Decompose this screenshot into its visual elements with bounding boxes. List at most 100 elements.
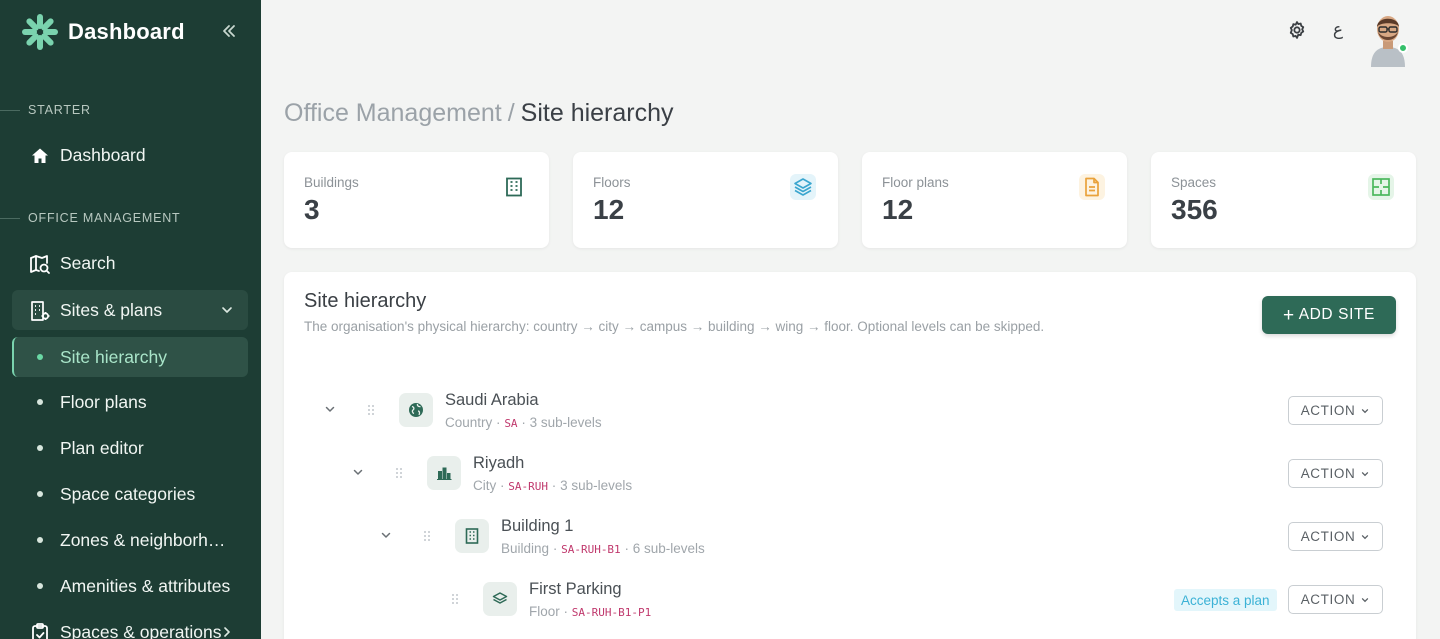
- language-button[interactable]: ع: [1326, 18, 1350, 42]
- sidebar-item-spaces-operations[interactable]: Spaces & operations: [12, 612, 248, 639]
- map-search-icon: [29, 253, 51, 275]
- sidebar-item-sites-plans[interactable]: Sites & plans: [12, 290, 248, 330]
- brand[interactable]: Dashboard: [20, 12, 185, 52]
- node-type: Building: [501, 541, 550, 556]
- stat-value: 3: [304, 194, 320, 225]
- action-label: ACTION: [1300, 592, 1356, 607]
- sidebar-item-label: Spaces & operations: [60, 622, 222, 639]
- action-label: ACTION: [1300, 466, 1356, 481]
- sidebar-item-plan-editor[interactable]: Plan editor: [12, 428, 248, 468]
- stat-label: Floor plans: [882, 175, 949, 190]
- breadcrumb: Office Management / Site hierarchy: [284, 99, 674, 128]
- tree-row[interactable]: Riyadh City · SA-RUH · 3 sub-levels ACTI…: [284, 446, 1416, 502]
- floorplan-icon: [1368, 174, 1394, 200]
- add-site-label: ADD SITE: [1298, 306, 1375, 323]
- meta-separator: ·: [521, 415, 526, 430]
- sidebar-item-label: Floor plans: [60, 392, 147, 412]
- add-site-button[interactable]: + ADD SITE: [1262, 296, 1396, 334]
- sidebar-item-dashboard[interactable]: Dashboard: [12, 135, 248, 175]
- node-type: City: [473, 478, 497, 493]
- document-icon: [1079, 174, 1105, 200]
- node-code: SA-RUH-B1-P1: [571, 606, 652, 619]
- avatar[interactable]: [1367, 11, 1409, 67]
- building-cog-icon: [29, 300, 51, 322]
- chevron-down-icon: [1360, 532, 1370, 542]
- bullet-icon: [37, 399, 43, 405]
- drag-handle-icon[interactable]: [365, 402, 377, 418]
- chevron-down-icon: [325, 406, 335, 412]
- expand-toggle-button[interactable]: [350, 464, 366, 480]
- sidebar-item-label: Site hierarchy: [60, 347, 167, 367]
- meta-separator: ·: [563, 604, 569, 619]
- action-dropdown-button[interactable]: ACTION: [1288, 459, 1383, 488]
- action-label: ACTION: [1300, 529, 1356, 544]
- breadcrumb-separator: /: [507, 99, 515, 127]
- action-label: ACTION: [1300, 403, 1356, 418]
- tree-row[interactable]: Building 1 Building · SA-RUH-B1 · 6 sub-…: [284, 509, 1416, 565]
- sidebar-collapse-button[interactable]: [218, 20, 240, 42]
- gear-icon: [1289, 21, 1305, 39]
- chevron-down-icon: [381, 532, 391, 538]
- node-name[interactable]: Riyadh: [473, 454, 524, 473]
- tree-row[interactable]: First Parking Floor · SA-RUH-B1-P1 Accep…: [284, 572, 1416, 628]
- expand-toggle-button[interactable]: [378, 527, 394, 543]
- drag-handle-icon[interactable]: [393, 465, 405, 481]
- drag-handle-icon[interactable]: [449, 591, 461, 607]
- stat-label: Buildings: [304, 175, 359, 190]
- stat-value: 356: [1171, 194, 1218, 225]
- chevron-down-icon: [353, 469, 363, 475]
- breadcrumb-parent[interactable]: Office Management: [284, 99, 502, 127]
- drag-handle-icon[interactable]: [421, 528, 433, 544]
- node-meta: Building · SA-RUH-B1 · 6 sub-levels: [501, 541, 705, 556]
- layers-icon: [790, 174, 816, 200]
- node-name[interactable]: First Parking: [529, 580, 622, 599]
- sidebar-item-amenities[interactable]: Amenities & attributes: [12, 566, 248, 606]
- chevron-down-icon: [1360, 595, 1370, 605]
- stat-card-floor-plans: Floor plans 12: [862, 152, 1127, 248]
- settings-button[interactable]: [1285, 18, 1309, 42]
- node-meta: Country · SA · 3 sub-levels: [445, 415, 602, 430]
- sidebar-item-label: Search: [60, 253, 116, 273]
- meta-separator: ·: [496, 415, 501, 430]
- sidebar: Dashboard STARTER Dashboard OFFICE MANAG…: [0, 0, 261, 639]
- action-dropdown-button[interactable]: ACTION: [1288, 396, 1383, 425]
- chevron-right-icon: [220, 625, 234, 639]
- stat-label: Spaces: [1171, 175, 1217, 190]
- meta-separator: ·: [624, 541, 629, 556]
- node-code: SA-RUH-B1: [561, 543, 621, 556]
- sidebar-item-label: Zones & neighborhoods: [60, 530, 232, 550]
- sidebar-item-site-hierarchy[interactable]: Site hierarchy: [12, 337, 248, 377]
- sidebar-item-label: Plan editor: [60, 438, 144, 458]
- node-name[interactable]: Building 1: [501, 517, 573, 536]
- accepts-plan-badge: Accepts a plan: [1174, 589, 1277, 611]
- panel-title: Site hierarchy: [304, 290, 427, 312]
- sidebar-item-space-categories[interactable]: Space categories: [12, 474, 248, 514]
- meta-separator: ·: [551, 478, 557, 493]
- node-sublevels: 6 sub-levels: [632, 541, 705, 556]
- node-name[interactable]: Saudi Arabia: [445, 391, 539, 410]
- sidebar-item-label: Sites & plans: [60, 300, 163, 320]
- sidebar-item-search[interactable]: Search: [12, 243, 248, 283]
- brand-logo-icon: [20, 12, 60, 52]
- action-dropdown-button[interactable]: ACTION: [1288, 585, 1383, 614]
- stat-label: Floors: [593, 175, 631, 190]
- meta-separator: ·: [552, 541, 558, 556]
- node-meta: Floor · SA-RUH-B1-P1: [529, 604, 651, 619]
- city-icon: [427, 456, 461, 490]
- site-hierarchy-panel: Site hierarchy The organisation's physic…: [284, 272, 1416, 639]
- layers-icon: [483, 582, 517, 616]
- expand-toggle-button[interactable]: [322, 401, 338, 417]
- sidebar-item-zones[interactable]: Zones & neighborhoods: [12, 520, 248, 560]
- node-type: Country: [445, 415, 493, 430]
- node-code: SA-RUH: [508, 480, 549, 493]
- sidebar-item-floor-plans[interactable]: Floor plans: [12, 382, 248, 422]
- bullet-icon: [37, 583, 43, 589]
- node-sublevels: 3 sub-levels: [560, 478, 633, 493]
- bullet-icon: [37, 491, 43, 497]
- brand-title: Dashboard: [68, 19, 185, 44]
- sidebar-item-label: Amenities & attributes: [60, 576, 231, 596]
- action-dropdown-button[interactable]: ACTION: [1288, 522, 1383, 551]
- stat-card-floors: Floors 12: [573, 152, 838, 248]
- tree-row[interactable]: Saudi Arabia Country · SA · 3 sub-levels…: [284, 383, 1416, 439]
- home-icon: [29, 145, 51, 167]
